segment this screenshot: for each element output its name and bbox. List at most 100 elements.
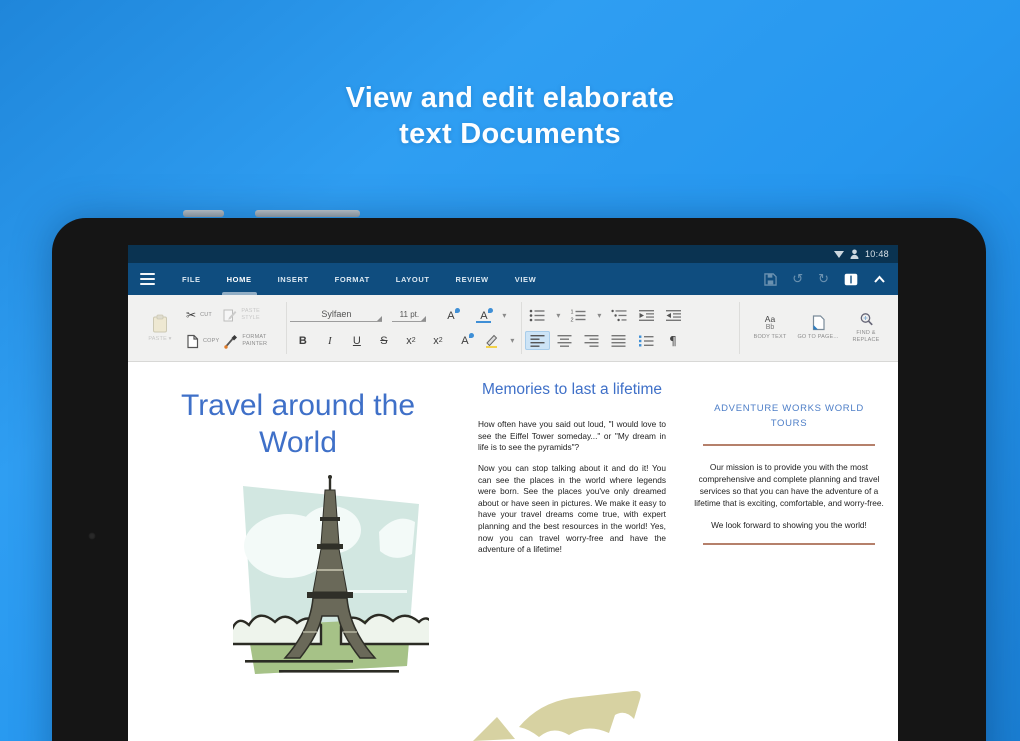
group-divider — [521, 302, 523, 354]
cut-scissors-icon: ✂ — [186, 308, 197, 322]
tab-file[interactable]: FILE — [169, 263, 214, 295]
tab-layout[interactable]: LAYOUT — [383, 263, 443, 295]
menu-hamburger-icon[interactable] — [140, 273, 155, 285]
shading-drop-icon — [488, 308, 494, 313]
paragraph-group: ▾ 12 ▾ ¶ — [525, 295, 686, 361]
underline-button[interactable]: U — [344, 331, 369, 350]
subscript-button[interactable]: x2 — [398, 331, 423, 350]
font-color-drop-icon — [455, 308, 461, 313]
home-ribbon: PASTE ▾ ✂ CUT COPY PASTE STYLE FORMAT PA… — [128, 295, 898, 362]
line-spacing-button[interactable] — [633, 331, 658, 350]
document-title[interactable]: Travel around the World — [178, 388, 418, 461]
text-color-drop-icon — [469, 333, 475, 338]
paste-style-button[interactable]: PASTE STYLE — [223, 306, 278, 325]
numbered-list-button[interactable]: 12 — [566, 306, 591, 325]
multilevel-list-button[interactable] — [607, 306, 632, 325]
group-divider — [286, 302, 288, 354]
tablet-power-button — [183, 210, 224, 217]
bullet-list-button[interactable] — [525, 306, 550, 325]
font-size-dropdown[interactable]: 11 pt. — [392, 310, 427, 322]
clipboard-group: PASTE ▾ ✂ CUT COPY PASTE STYLE FORMAT PA… — [133, 295, 283, 361]
font-color-button[interactable]: A — [438, 306, 463, 325]
tab-home[interactable]: HOME — [214, 263, 265, 295]
format-painter-button[interactable]: FORMAT PAINTER — [223, 332, 278, 351]
memories-heading[interactable]: Memories to last a lifetime — [478, 380, 666, 400]
tab-view[interactable]: VIEW — [502, 263, 550, 295]
document-page[interactable]: Travel around the World Memories to last… — [128, 362, 898, 741]
hero-title: View and edit elaborate text Documents — [0, 80, 1020, 153]
align-left-button[interactable] — [525, 331, 551, 350]
superscript-button[interactable]: x2 — [425, 331, 450, 350]
highlighter-icon — [484, 333, 499, 348]
collapse-ribbon-icon[interactable] — [873, 275, 886, 283]
tablet-volume-button — [255, 210, 360, 217]
ribbon-tab-strip: FILE HOME INSERT FORMAT LAYOUT REVIEW VI… — [169, 263, 549, 295]
cut-button[interactable]: ✂ CUT — [186, 306, 219, 325]
document-column-middle: Memories to last a lifetime How often ha… — [478, 380, 666, 565]
italic-button[interactable]: I — [317, 331, 342, 350]
tablet-screen: 10:48 FILE HOME INSERT FORMAT LAYOUT REV… — [128, 245, 898, 741]
find-replace-button[interactable]: FIND & REPLACE — [844, 299, 888, 357]
align-center-button[interactable] — [552, 331, 577, 350]
save-icon[interactable] — [764, 272, 777, 286]
paste-clipboard-icon — [152, 314, 168, 333]
eiffel-tower-clipart[interactable] — [233, 474, 429, 680]
character-shading-button[interactable]: A — [471, 306, 496, 325]
numbered-list-dropdown[interactable]: ▾ — [593, 311, 605, 320]
increase-indent-button[interactable] — [661, 306, 686, 325]
go-to-page-button[interactable]: GO TO PAGE... — [796, 299, 840, 357]
tools-group: Aa Bb BODY TEXT GO TO PAGE... FIND & REP… — [743, 295, 893, 361]
highlight-button[interactable] — [479, 331, 504, 350]
body-text-style-button[interactable]: Aa Bb BODY TEXT — [748, 299, 792, 357]
status-bar-clock: 10:48 — [864, 249, 889, 259]
user-status-icon — [850, 249, 859, 259]
justify-button[interactable] — [606, 331, 631, 350]
hero-title-line1: View and edit elaborate — [345, 82, 675, 114]
strikethrough-button[interactable]: S — [371, 331, 396, 350]
font-more-dropdown[interactable]: ▾ — [498, 311, 510, 320]
tab-insert[interactable]: INSERT — [265, 263, 322, 295]
horizontal-rule-bottom — [703, 542, 875, 545]
paste-button[interactable]: PASTE ▾ — [138, 299, 182, 357]
app-menu-bar: FILE HOME INSERT FORMAT LAYOUT REVIEW VI… — [128, 263, 898, 295]
decrease-indent-button[interactable] — [634, 306, 659, 325]
copy-button[interactable]: COPY — [186, 332, 219, 351]
hero-title-line2: text Documents — [399, 118, 621, 151]
formatting-marks-button[interactable]: ¶ — [660, 331, 685, 350]
svg-text:1: 1 — [571, 310, 574, 316]
format-painter-brush-icon — [223, 334, 238, 349]
text-style-icon: Aa Bb — [764, 314, 776, 331]
undo-icon[interactable]: ↺ — [792, 273, 803, 286]
bold-button[interactable]: B — [290, 331, 315, 350]
memories-paragraph-1[interactable]: How often have you said out loud, "I wou… — [478, 419, 666, 454]
marketing-background: View and edit elaborate text Documents 1… — [0, 0, 1020, 741]
paste-label: PASTE ▾ — [148, 335, 172, 342]
android-status-bar: 10:48 — [128, 245, 898, 263]
find-replace-magnifier-icon — [859, 312, 874, 327]
horizontal-rule-top — [703, 444, 875, 447]
bullet-list-dropdown[interactable]: ▾ — [552, 311, 564, 320]
go-to-page-icon — [811, 315, 826, 331]
font-more2-dropdown[interactable]: ▾ — [506, 336, 518, 345]
memories-paragraph-2[interactable]: Now you can stop talking about it and do… — [478, 463, 666, 556]
align-right-button[interactable] — [579, 331, 604, 350]
tablet-device: 10:48 FILE HOME INSERT FORMAT LAYOUT REV… — [48, 213, 990, 741]
shading-bar-icon — [476, 321, 492, 323]
view-mode-icon[interactable] — [844, 273, 858, 286]
tablet-camera — [88, 532, 96, 540]
svg-text:2: 2 — [571, 318, 574, 322]
tab-review[interactable]: REVIEW — [443, 263, 502, 295]
mission-paragraph-2[interactable]: We look forward to showing you the world… — [693, 519, 885, 531]
tab-format[interactable]: FORMAT — [322, 263, 383, 295]
network-status-icon — [833, 250, 844, 258]
adventure-works-heading[interactable]: ADVENTURE WORKS WORLD TOURS — [693, 402, 885, 431]
document-column-right: ADVENTURE WORKS WORLD TOURS Our mission … — [693, 402, 885, 560]
group-divider — [739, 302, 740, 354]
font-family-dropdown[interactable]: Sylfaen — [290, 309, 383, 322]
mission-paragraph-1[interactable]: Our mission is to provide you with the m… — [693, 461, 885, 509]
copy-page-icon — [186, 334, 199, 349]
text-color-button[interactable]: A — [452, 331, 477, 350]
paste-style-icon — [223, 308, 237, 322]
redo-icon[interactable]: ↻ — [818, 273, 829, 286]
partial-clipart-bottom[interactable] — [455, 685, 655, 741]
